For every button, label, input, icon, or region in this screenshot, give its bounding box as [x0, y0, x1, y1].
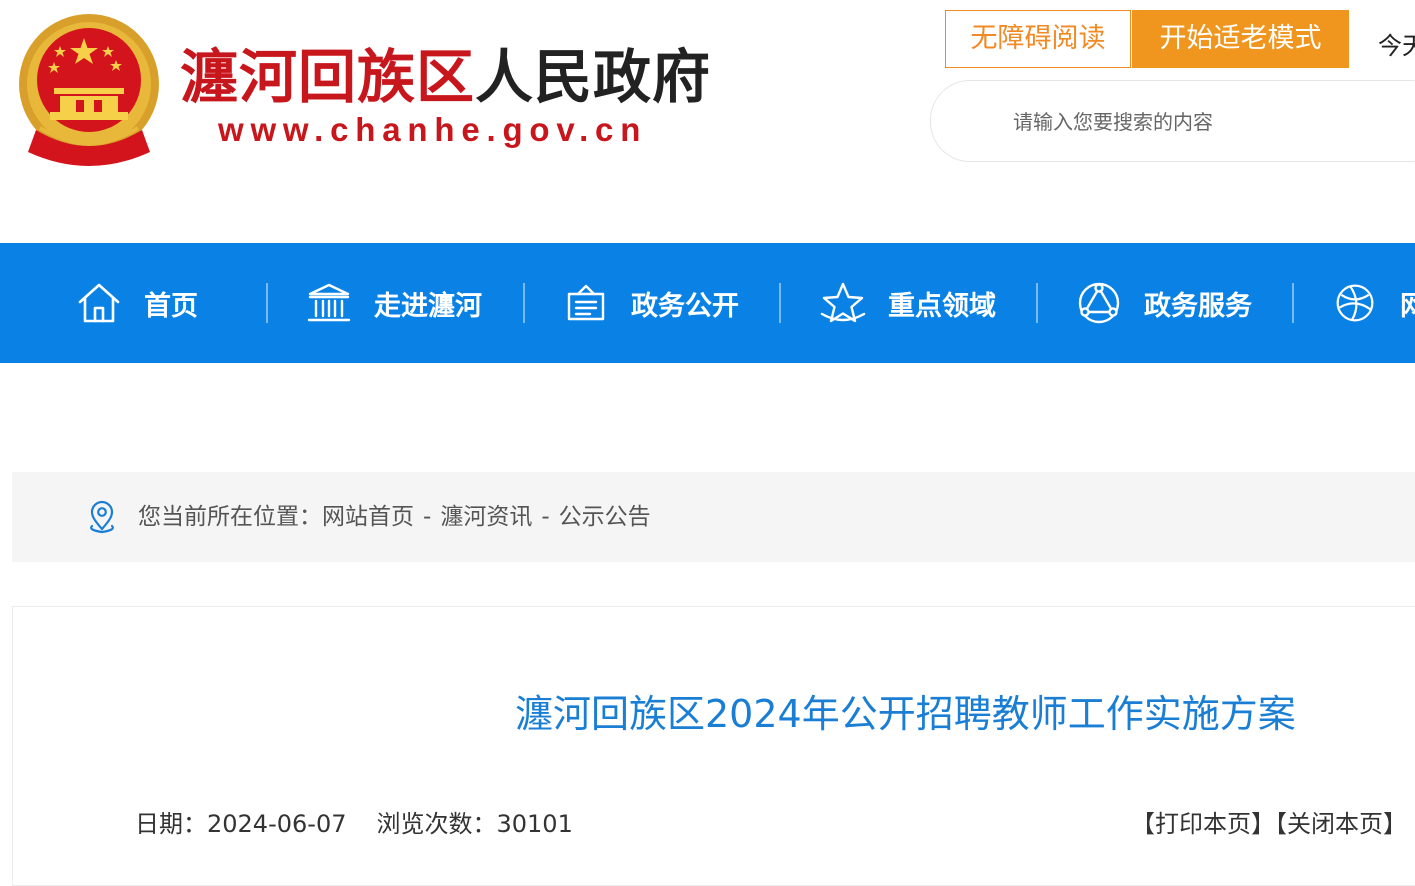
breadcrumb-link-news[interactable]: 瀍河资讯	[440, 504, 532, 530]
nav-label-about: 走进瀍河	[374, 290, 482, 322]
building-icon	[307, 283, 351, 322]
nav-label-more: 网	[1400, 290, 1415, 322]
nav-item-gov-info[interactable]: 政务公开	[563, 243, 739, 363]
article-title: 瀍河回族区2024年公开招聘教师工作实施方案	[515, 692, 1296, 736]
publish-date: 2024-06-07	[207, 810, 347, 838]
view-count: 30101	[496, 810, 573, 838]
article-meta: 日期：2024-06-07 浏览次数：30101	[135, 807, 573, 841]
star-icon	[820, 282, 866, 323]
nav-divider	[1036, 283, 1038, 323]
close-page-button[interactable]: 【关闭本页】	[1275, 810, 1407, 838]
nav-item-about[interactable]: 走进瀍河	[306, 243, 482, 363]
site-header: 瀍河回族区人民政府 www.chanhe.gov.cn 无障碍阅读 开始适老模式…	[0, 0, 1415, 243]
nav-divider	[1292, 283, 1294, 323]
site-name-district: 瀍河回族区	[180, 43, 476, 111]
national-emblem-icon	[19, 14, 159, 166]
site-url: www.chanhe.gov.cn	[218, 111, 648, 148]
nav-label-key-areas: 重点领域	[888, 290, 996, 322]
nav-divider	[523, 283, 525, 323]
document-icon	[567, 284, 605, 321]
breadcrumb-trail: 您当前所在位置：网站首页 - 瀍河资讯 - 公示公告	[138, 500, 651, 534]
triangle-nodes-icon	[1078, 282, 1120, 324]
elder-mode-button[interactable]: 开始适老模式	[1132, 10, 1349, 68]
main-nav: 首页 走进瀍河 政务公开 重点领域 政务服务 网	[0, 243, 1415, 363]
nav-item-home[interactable]: 首页	[76, 243, 198, 363]
breadcrumb-prefix: 您当前所在位置：	[138, 504, 322, 530]
location-pin-icon	[90, 500, 114, 534]
breadcrumb: 您当前所在位置：网站首页 - 瀍河资讯 - 公示公告	[12, 472, 1415, 562]
nav-label-gov-services: 政务服务	[1144, 290, 1252, 322]
breadcrumb-link-home[interactable]: 网站首页	[322, 504, 414, 530]
today-text: 今天	[1378, 32, 1415, 60]
nav-divider	[266, 283, 268, 323]
accessible-reading-button[interactable]: 无障碍阅读	[945, 10, 1131, 68]
home-icon	[78, 283, 120, 323]
nav-label-home: 首页	[144, 290, 198, 322]
breadcrumb-separator: -	[541, 504, 550, 530]
search-box	[930, 80, 1415, 162]
nav-item-key-areas[interactable]: 重点领域	[820, 243, 996, 363]
print-page-button[interactable]: 【打印本页】	[1131, 810, 1275, 838]
views-label: 浏览次数：	[376, 810, 497, 838]
nav-item-gov-services[interactable]: 政务服务	[1076, 243, 1252, 363]
nav-divider	[779, 283, 781, 323]
globe-icon	[1336, 284, 1374, 322]
article-tools: 【打印本页】【关闭本页】	[1131, 807, 1407, 841]
date-label: 日期：	[135, 810, 207, 838]
nav-label-gov-info: 政务公开	[631, 290, 739, 322]
nav-item-more[interactable]: 网	[1334, 243, 1415, 363]
site-name: 瀍河回族区人民政府	[180, 38, 711, 116]
site-name-government: 人民政府	[475, 43, 712, 111]
article-panel: 瀍河回族区2024年公开招聘教师工作实施方案 日期：2024-06-07 浏览次数…	[12, 606, 1415, 886]
search-input[interactable]	[1011, 101, 1415, 143]
breadcrumb-separator: -	[423, 504, 432, 530]
breadcrumb-link-notices[interactable]: 公示公告	[559, 504, 651, 530]
